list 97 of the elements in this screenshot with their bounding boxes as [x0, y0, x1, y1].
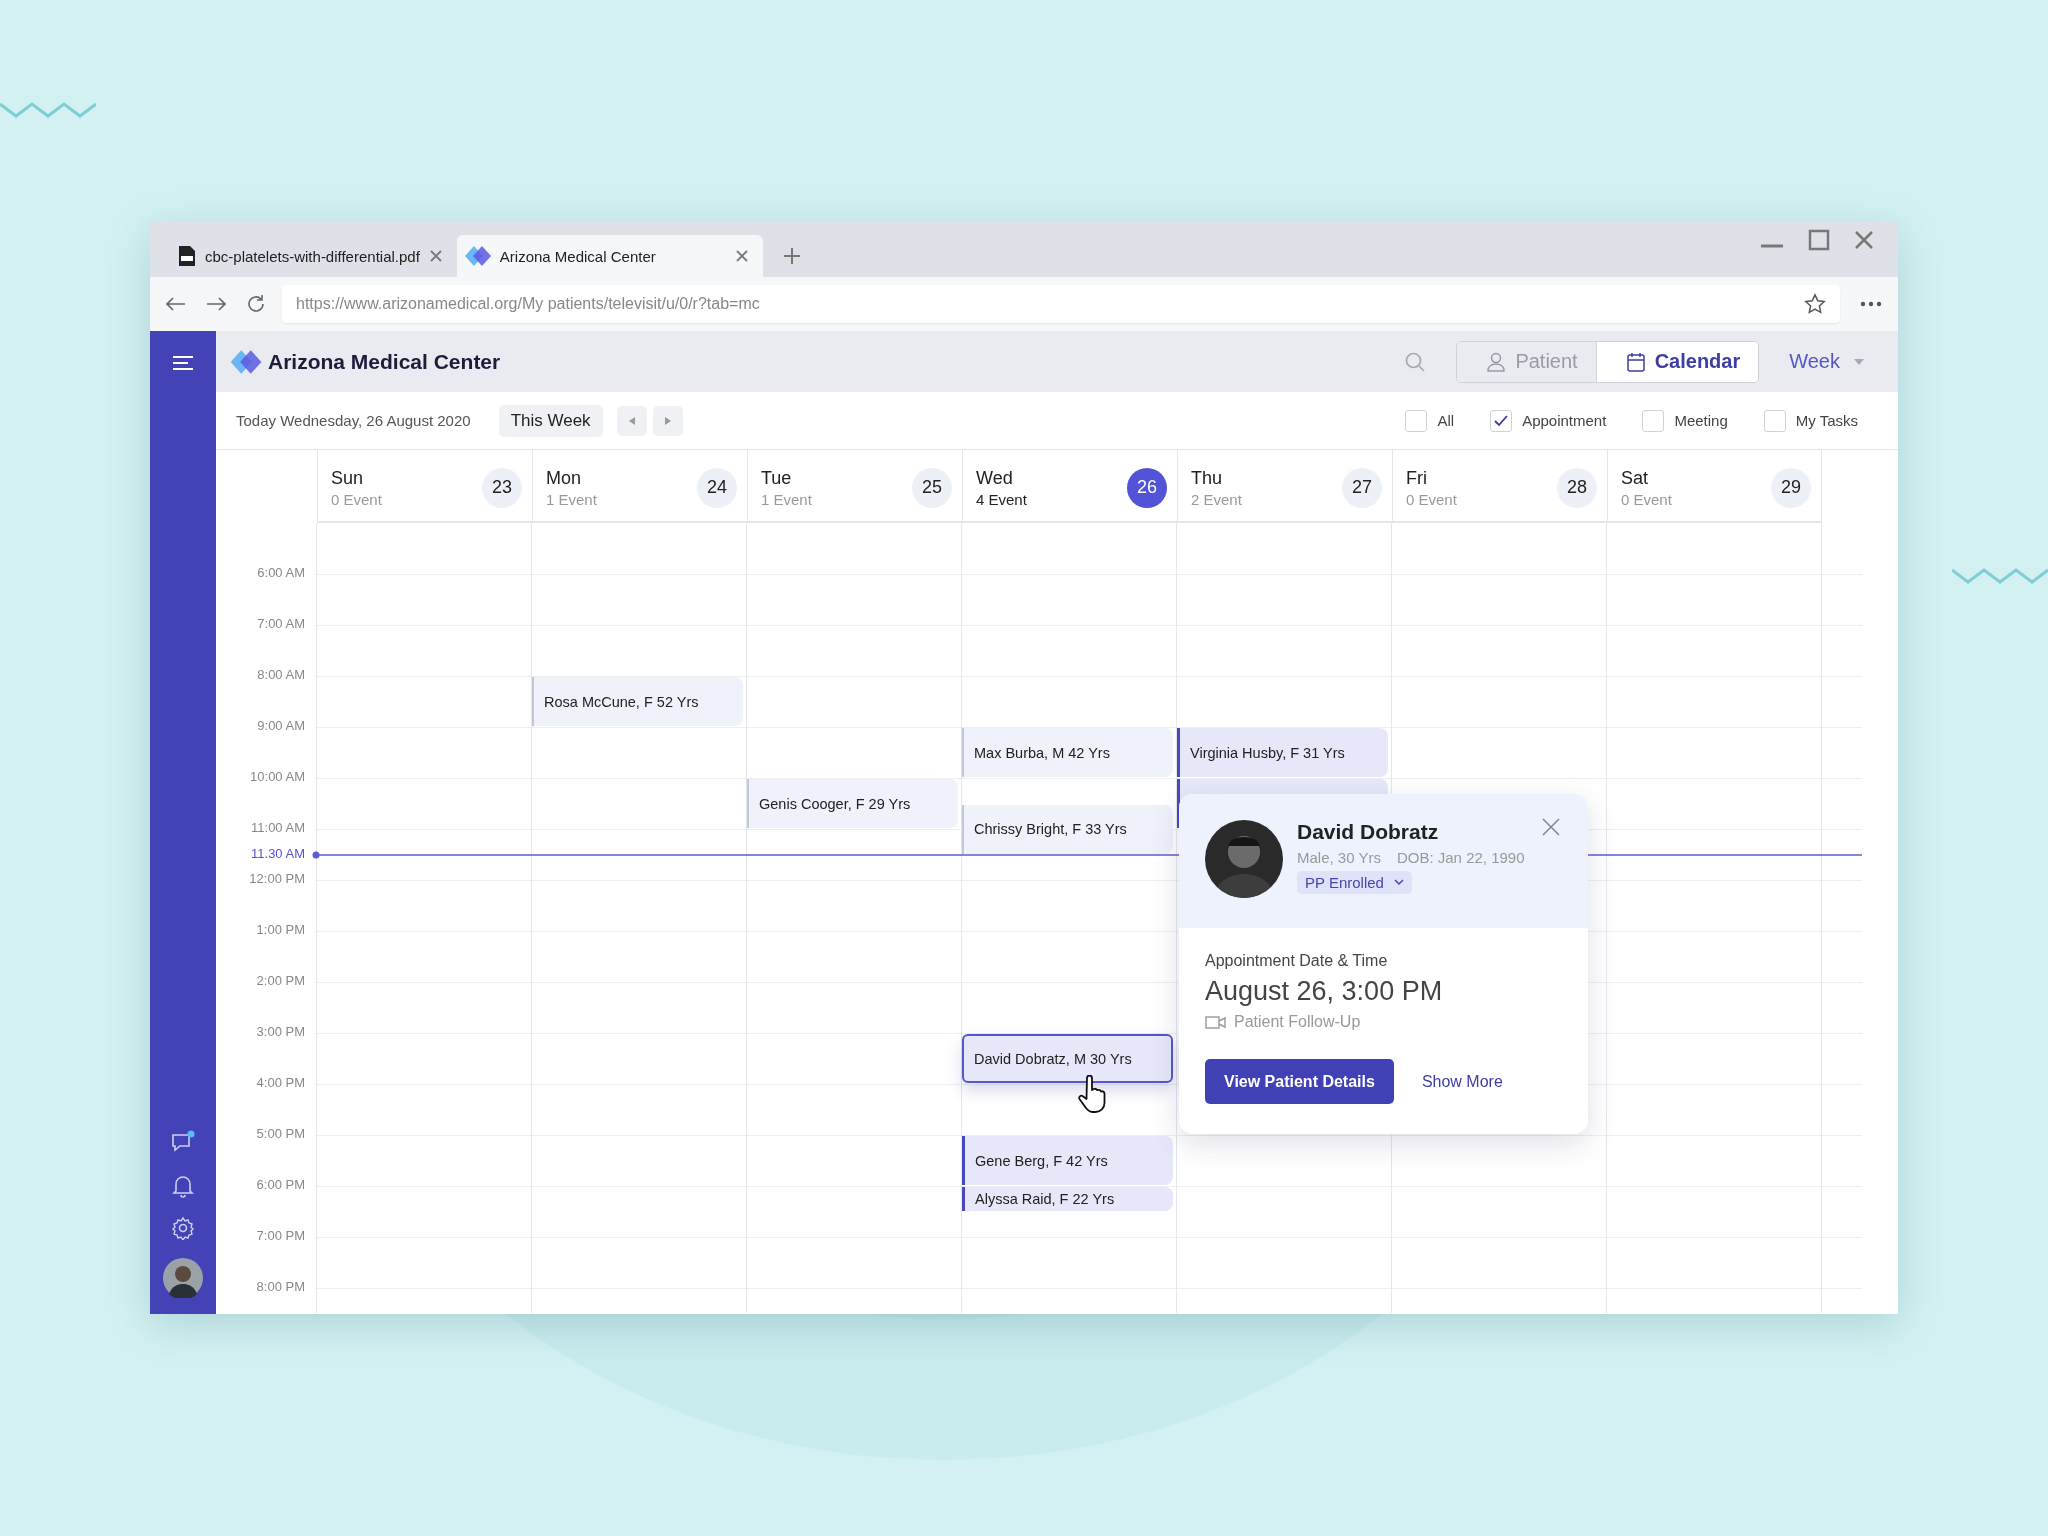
appointment[interactable]: Max Burba, M 42 Yrs [962, 728, 1173, 777]
time-label: 6:00 AM [257, 565, 305, 580]
time-label: 12:00 PM [249, 871, 305, 886]
checkbox[interactable] [1405, 409, 1428, 432]
day-name: Sun [331, 467, 365, 489]
time-label: 8:00 PM [256, 1279, 305, 1294]
this-week-button[interactable]: This Week [498, 404, 603, 437]
appointment[interactable]: David Dobratz, M 30 Yrs [962, 1034, 1173, 1083]
person-icon [1487, 351, 1506, 372]
time-label: 1:00 PM [256, 922, 305, 937]
date-badge[interactable]: 28 [1557, 467, 1597, 508]
logo-icon [230, 348, 262, 375]
time-label: 3:00 PM [256, 1024, 305, 1039]
day-name: Wed [976, 467, 1014, 489]
filter-label: Appointment [1522, 412, 1607, 429]
check-icon [1494, 414, 1509, 427]
calendar-icon [1626, 351, 1645, 372]
star-icon[interactable] [1804, 293, 1826, 315]
event-count: 0 Event [331, 490, 382, 508]
settings-icon[interactable] [171, 1216, 195, 1240]
date-badge[interactable]: 24 [697, 467, 737, 508]
event-count: 0 Event [1621, 490, 1672, 508]
pdf-file-icon [178, 245, 196, 267]
caret-icon [1854, 358, 1864, 365]
back-icon[interactable] [166, 297, 186, 311]
date-badge[interactable]: 27 [1342, 467, 1382, 508]
view-tab[interactable]: Calendar [1595, 341, 1759, 382]
maximize-icon[interactable] [1808, 228, 1830, 251]
time-label: 10:00 AM [250, 769, 305, 784]
today-label: Today Wednesday, 26 August 2020 [236, 412, 471, 429]
event-count: 2 Event [1191, 490, 1242, 508]
date-badge[interactable]: 23 [482, 467, 522, 508]
menu-icon[interactable] [172, 355, 194, 371]
patient-details: Male, 30 Yrs [1297, 849, 1381, 866]
close-icon[interactable] [1854, 229, 1874, 250]
enrollment-badge[interactable]: PP Enrolled [1297, 871, 1412, 894]
checkbox[interactable] [1642, 409, 1665, 432]
event-count: 4 Event [976, 490, 1027, 508]
left-triangle-icon [628, 416, 635, 425]
time-label: 5:00 PM [256, 1126, 305, 1141]
new-tab-icon[interactable] [782, 247, 801, 265]
hand-cursor-icon [1078, 1075, 1108, 1113]
next-button[interactable] [652, 405, 683, 436]
time-label: 6:00 PM [256, 1177, 305, 1192]
appointment[interactable]: Rosa McCune, F 52 Yrs [532, 677, 743, 726]
event-count: 0 Event [1406, 490, 1457, 508]
patient-dob: DOB: Jan 22, 1990 [1396, 849, 1525, 866]
filter-label: My Tasks [1795, 412, 1858, 429]
logo-icon [464, 245, 491, 267]
appointment[interactable]: Gene Berg, F 42 Yrs [962, 1136, 1173, 1185]
appointment[interactable]: Alyssa Raid, F 22 Yrs [962, 1187, 1173, 1211]
right-triangle-icon [664, 416, 671, 425]
day-name: Sat [1621, 467, 1650, 489]
time-label: 9:00 AM [257, 718, 305, 733]
address-field[interactable]: https://www.arizonamedical.org/My patients/televisit/u/0/r?tab=mc [282, 285, 1840, 323]
app-title: Arizona Medical Center [268, 349, 501, 374]
time-label: 4:00 PM [256, 1075, 305, 1090]
patient-name: David Dobratz [1297, 820, 1440, 844]
time-label: 7:00 PM [256, 1228, 305, 1243]
day-name: Thu [1191, 467, 1224, 489]
date-badge[interactable]: 25 [912, 467, 952, 508]
time-label: 7:00 AM [257, 616, 305, 631]
appointment[interactable]: Virginia Husby, F 31 Yrs [1177, 728, 1388, 777]
checkbox[interactable] [1490, 409, 1513, 432]
appointment[interactable]: Chrissy Bright, F 33 Yrs [962, 804, 1173, 854]
appointment[interactable]: Genis Cooger, F 29 Yrs [747, 779, 958, 828]
time-label: 2:00 PM [256, 973, 305, 988]
browser-tab[interactable]: Arizona Medical Center [456, 235, 763, 277]
event-count: 1 Event [546, 490, 597, 508]
bell-icon[interactable] [172, 1174, 194, 1198]
show-more-link[interactable]: Show More [1421, 1072, 1503, 1091]
time-label: 11:00 AM [251, 820, 305, 835]
date-badge[interactable]: 26 [1127, 467, 1167, 508]
reload-icon[interactable] [246, 294, 266, 314]
filter-label: All [1437, 412, 1455, 429]
previous-button[interactable] [616, 405, 647, 436]
day-name: Mon [546, 467, 582, 489]
current-time-label: 11.30 AM [251, 845, 305, 861]
view-details-button[interactable]: View Patient Details [1205, 1059, 1394, 1104]
day-name: Tue [761, 467, 793, 489]
range-dropdown[interactable]: Week [1783, 349, 1870, 374]
appointment-datetime: August 26, 3:00 PM [1205, 976, 1444, 1007]
close-icon[interactable] [734, 249, 749, 263]
event-count: 1 Event [761, 490, 812, 508]
video-camera-icon [1205, 1015, 1226, 1029]
forward-icon[interactable] [206, 297, 226, 311]
time-label: 8:00 AM [257, 667, 305, 682]
close-icon[interactable] [428, 249, 443, 263]
more-icon[interactable] [1860, 301, 1882, 307]
filter-label: Meeting [1674, 412, 1728, 429]
date-badge[interactable]: 29 [1771, 467, 1811, 508]
close-icon[interactable] [1542, 818, 1560, 836]
day-name: Fri [1406, 467, 1428, 489]
browser-tab[interactable]: cbc-platelets-with-differential.pdf [170, 235, 457, 277]
appointment-type: Patient Follow-Up [1234, 1013, 1361, 1031]
checkbox[interactable] [1763, 409, 1786, 432]
section-label: Appointment Date & Time [1205, 952, 1389, 970]
